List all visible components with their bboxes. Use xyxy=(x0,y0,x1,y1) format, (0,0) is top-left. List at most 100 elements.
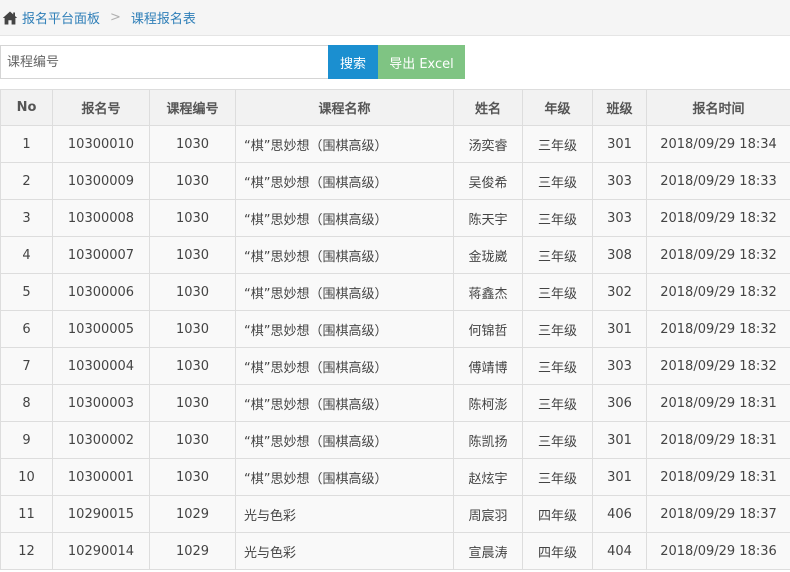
cell-student-name: 金珑崴 xyxy=(453,236,523,274)
cell-course-name: “棋”思妙想（围棋高级） xyxy=(235,458,454,496)
cell-registration-time: 2018/09/29 18:32 xyxy=(646,347,790,385)
cell-course-name: “棋”思妙想（围棋高级） xyxy=(235,347,454,385)
cell-registration-time: 2018/09/29 18:32 xyxy=(646,310,790,348)
cell-course-number: 1030 xyxy=(149,347,236,385)
cell-class: 404 xyxy=(592,532,647,570)
breadcrumb-course-registration-link[interactable]: 课程报名表 xyxy=(131,8,196,27)
cell-registration-time: 2018/09/29 18:32 xyxy=(646,236,790,274)
cell-no: 6 xyxy=(0,310,53,348)
breadcrumb-separator: > xyxy=(110,10,121,25)
cell-grade: 三年级 xyxy=(522,273,593,311)
table-row[interactable]: 5 10300006 1030 “棋”思妙想（围棋高级） 蒋鑫杰 三年级 302 2018/0… xyxy=(0,273,790,311)
cell-class: 303 xyxy=(592,347,647,385)
table-row[interactable]: 11 10290015 1029 光与色彩 周宸羽 四年级 406 2018/09/29 18… xyxy=(0,495,790,533)
cell-grade: 四年级 xyxy=(522,532,593,570)
table-row[interactable]: 9 10300002 1030 “棋”思妙想（围棋高级） 陈凯扬 三年级 301 2018/0… xyxy=(0,421,790,459)
cell-grade: 三年级 xyxy=(522,384,593,422)
cell-course-number: 1030 xyxy=(149,199,236,237)
search-bar: 搜索 导出 Excel xyxy=(0,45,465,79)
table-row[interactable]: 3 10300008 1030 “棋”思妙想（围棋高级） 陈天宇 三年级 303 2018/0… xyxy=(0,199,790,237)
cell-registration-number: 10300007 xyxy=(52,236,150,274)
cell-student-name: 宣晨涛 xyxy=(453,532,523,570)
course-number-search-input[interactable] xyxy=(0,45,328,79)
table-row[interactable]: 1 10300010 1030 “棋”思妙想（围棋高级） 汤奕睿 三年级 301 2018/0… xyxy=(0,125,790,163)
header-grade[interactable]: 年级 xyxy=(522,89,593,126)
cell-course-number: 1030 xyxy=(149,162,236,200)
search-button[interactable]: 搜索 xyxy=(328,45,378,79)
cell-student-name: 陈天宇 xyxy=(453,199,523,237)
cell-grade: 三年级 xyxy=(522,310,593,348)
cell-registration-number: 10290015 xyxy=(52,495,150,533)
cell-course-number: 1030 xyxy=(149,421,236,459)
table-row[interactable]: 8 10300003 1030 “棋”思妙想（围棋高级） 陈柯澎 三年级 306 2018/0… xyxy=(0,384,790,422)
cell-course-name: “棋”思妙想（围棋高级） xyxy=(235,384,454,422)
cell-grade: 三年级 xyxy=(522,125,593,163)
cell-registration-time: 2018/09/29 18:32 xyxy=(646,273,790,311)
cell-no: 10 xyxy=(0,458,53,496)
cell-student-name: 陈凯扬 xyxy=(453,421,523,459)
cell-registration-number: 10300003 xyxy=(52,384,150,422)
cell-no: 8 xyxy=(0,384,53,422)
header-registration-number[interactable]: 报名号 xyxy=(52,89,150,126)
cell-class: 306 xyxy=(592,384,647,422)
cell-registration-number: 10300006 xyxy=(52,273,150,311)
table-header-row: No 报名号 课程编号 课程名称 姓名 年级 班级 报名时间 xyxy=(0,89,790,126)
cell-course-name: 光与色彩 xyxy=(235,495,454,533)
table-row[interactable]: 12 10290014 1029 光与色彩 宣晨涛 四年级 404 2018/09/29 18… xyxy=(0,532,790,570)
cell-course-name: “棋”思妙想（围棋高级） xyxy=(235,310,454,348)
table-row[interactable]: 2 10300009 1030 “棋”思妙想（围棋高级） 吴俊希 三年级 303 2018/0… xyxy=(0,162,790,200)
breadcrumb-dashboard-link[interactable]: 报名平台面板 xyxy=(22,8,100,27)
cell-class: 301 xyxy=(592,310,647,348)
cell-student-name: 傅靖博 xyxy=(453,347,523,385)
cell-class: 302 xyxy=(592,273,647,311)
cell-course-name: “棋”思妙想（围棋高级） xyxy=(235,162,454,200)
cell-no: 9 xyxy=(0,421,53,459)
cell-course-name: “棋”思妙想（围棋高级） xyxy=(235,421,454,459)
cell-student-name: 周宸羽 xyxy=(453,495,523,533)
cell-class: 301 xyxy=(592,458,647,496)
cell-registration-number: 10300004 xyxy=(52,347,150,385)
breadcrumb: 报名平台面板 > 课程报名表 xyxy=(0,0,790,36)
table-row[interactable]: 7 10300004 1030 “棋”思妙想（围棋高级） 傅靖博 三年级 303 2018/0… xyxy=(0,347,790,385)
cell-course-number: 1030 xyxy=(149,384,236,422)
table-row[interactable]: 6 10300005 1030 “棋”思妙想（围棋高级） 何锦哲 三年级 301 2018/0… xyxy=(0,310,790,348)
cell-registration-time: 2018/09/29 18:37 xyxy=(646,495,790,533)
cell-course-name: “棋”思妙想（围棋高级） xyxy=(235,199,454,237)
cell-student-name: 吴俊希 xyxy=(453,162,523,200)
header-course-number[interactable]: 课程编号 xyxy=(149,89,236,126)
cell-registration-number: 10300010 xyxy=(52,125,150,163)
header-registration-time[interactable]: 报名时间 xyxy=(646,89,790,126)
cell-registration-time: 2018/09/29 18:31 xyxy=(646,384,790,422)
cell-course-name: “棋”思妙想（围棋高级） xyxy=(235,125,454,163)
header-class[interactable]: 班级 xyxy=(592,89,647,126)
cell-student-name: 陈柯澎 xyxy=(453,384,523,422)
cell-class: 303 xyxy=(592,162,647,200)
table-row[interactable]: 4 10300007 1030 “棋”思妙想（围棋高级） 金珑崴 三年级 308 2018/0… xyxy=(0,236,790,274)
cell-grade: 三年级 xyxy=(522,162,593,200)
header-course-name[interactable]: 课程名称 xyxy=(235,89,454,126)
cell-no: 5 xyxy=(0,273,53,311)
cell-no: 2 xyxy=(0,162,53,200)
cell-grade: 三年级 xyxy=(522,347,593,385)
cell-registration-time: 2018/09/29 18:34 xyxy=(646,125,790,163)
cell-registration-time: 2018/09/29 18:31 xyxy=(646,421,790,459)
export-excel-button[interactable]: 导出 Excel xyxy=(378,45,465,79)
cell-class: 301 xyxy=(592,125,647,163)
cell-course-number: 1029 xyxy=(149,495,236,533)
header-no[interactable]: No xyxy=(0,89,53,126)
cell-registration-number: 10300008 xyxy=(52,199,150,237)
cell-registration-number: 10300001 xyxy=(52,458,150,496)
table-row[interactable]: 10 10300001 1030 “棋”思妙想（围棋高级） 赵炫宇 三年级 301 2018/… xyxy=(0,458,790,496)
registration-table: No 报名号 课程编号 课程名称 姓名 年级 班级 报名时间 1 10300010… xyxy=(0,89,790,570)
cell-no: 12 xyxy=(0,532,53,570)
header-student-name[interactable]: 姓名 xyxy=(453,89,523,126)
cell-grade: 四年级 xyxy=(522,495,593,533)
home-icon[interactable] xyxy=(2,10,18,26)
cell-class: 308 xyxy=(592,236,647,274)
cell-student-name: 蒋鑫杰 xyxy=(453,273,523,311)
cell-grade: 三年级 xyxy=(522,236,593,274)
cell-no: 11 xyxy=(0,495,53,533)
cell-course-number: 1029 xyxy=(149,532,236,570)
cell-registration-number: 10300002 xyxy=(52,421,150,459)
cell-registration-number: 10300009 xyxy=(52,162,150,200)
